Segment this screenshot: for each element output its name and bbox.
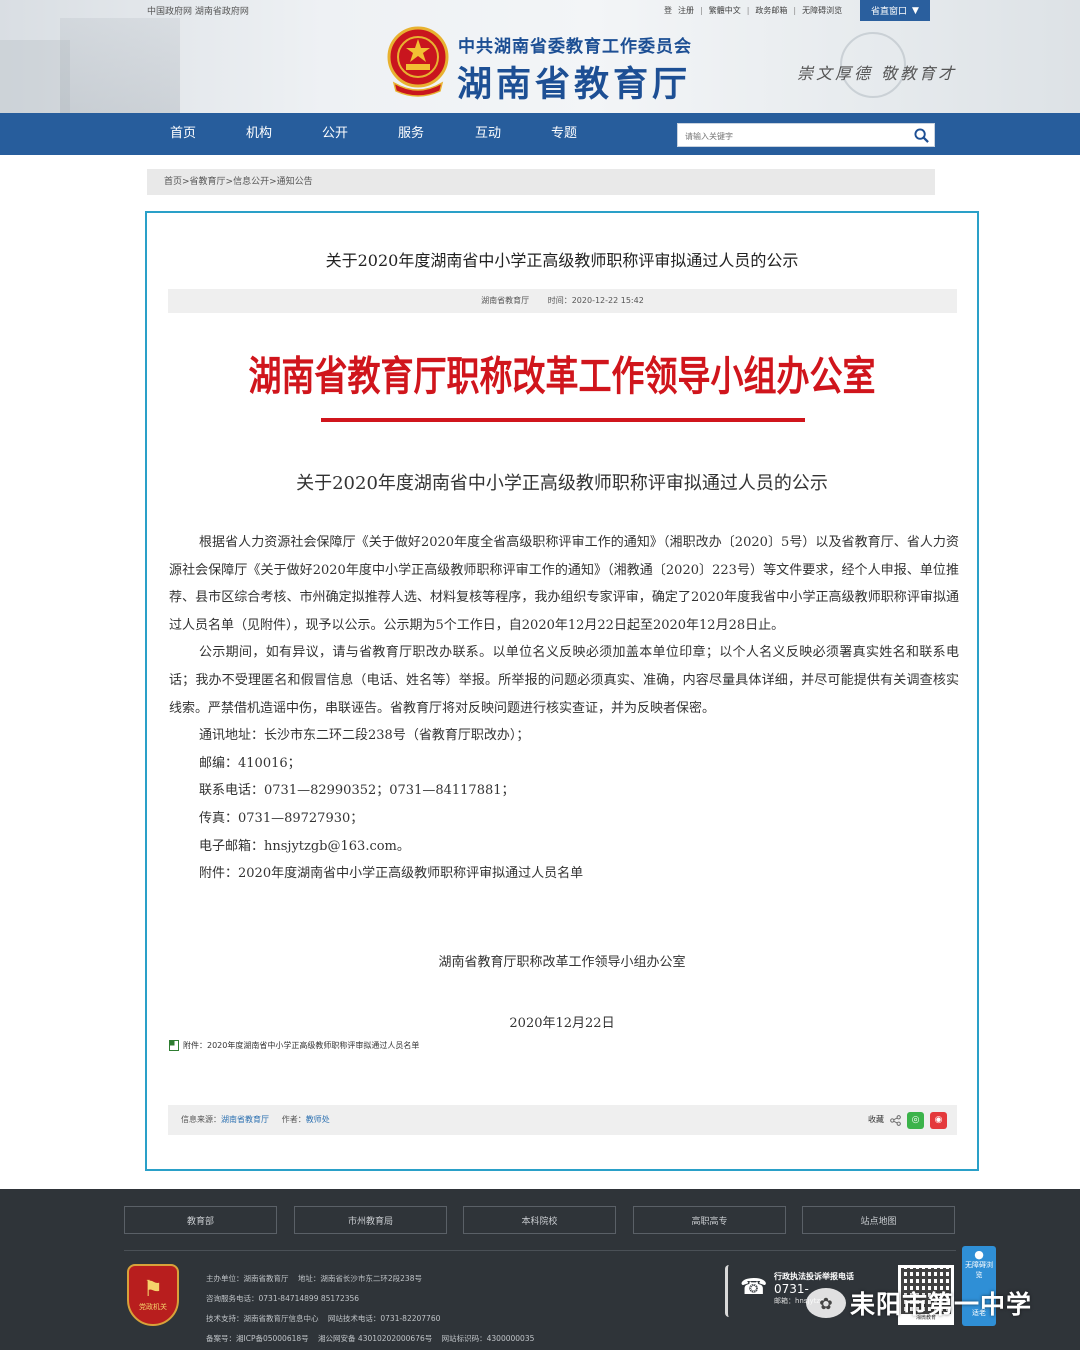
host-address: 地址：湖南省长沙市东二环2段238号 [297, 1274, 422, 1283]
accessibility-label: 无障碍浏览 [965, 1261, 993, 1279]
wechat-share-icon[interactable]: ◎ [907, 1111, 924, 1129]
nav-item-organization[interactable]: 机构 [246, 113, 272, 155]
site-code: 网站标识码：4300000035 [441, 1334, 535, 1343]
portal-label: 省直窗口 [871, 7, 908, 17]
host-unit: 主办单位：湖南省教育厅 [206, 1274, 289, 1283]
footer-link-moe[interactable]: 教育部 [124, 1206, 277, 1234]
share-tools: 收藏 ◎ ◉ [868, 1110, 947, 1130]
search-button[interactable] [908, 124, 934, 146]
footer-link-sitemap[interactable]: 站点地图 [802, 1206, 955, 1234]
footer-link-city-bureaus[interactable]: 市州教育局 [294, 1206, 447, 1234]
footer-link-vocational[interactable]: 高职高专 [633, 1206, 786, 1234]
time-label: 时间： [547, 296, 572, 305]
source-bar: 信息来源：湖南省教育厅 作者：教师处 收藏 ◎ ◉ [168, 1105, 957, 1135]
paragraph-1: 根据省人力资源社会保障厅《关于做好2020年度全省高级职称评审工作的通知》（湘职… [169, 535, 959, 633]
search-box [677, 123, 935, 148]
badge-emblem-icon: ⚑ [143, 1277, 163, 1302]
telephone-icon: ☎ [740, 1275, 768, 1300]
nav-item-disclosure[interactable]: 公开 [322, 113, 348, 155]
gov-mail-link[interactable]: 政务邮箱 [755, 5, 787, 16]
tech-support: 技术支持：湖南省教育厅信息中心 [206, 1314, 319, 1323]
red-divider [321, 418, 805, 422]
tech-phone: 网站技术电话：0731-82207760 [327, 1314, 441, 1323]
article-time: 时间：2020-12-22 15:42 [548, 296, 644, 305]
signer: 湖南省教育厅职称改革工作领导小组办公室 [438, 955, 686, 970]
icp-record[interactable]: 备案号：湘ICP备05000618号 [206, 1334, 309, 1343]
service-phone: 咨询服务电话：0731-84714899 85172356 [206, 1294, 360, 1303]
contact-postcode: 邮编：410016； [199, 755, 301, 771]
paragraph-2: 公示期间，如有异议，请与省教育厅职改办联系。以单位名义反映必须加盖本单位印章；以… [169, 645, 959, 716]
gov-agency-badge[interactable]: ⚑ 党政机关 [127, 1264, 179, 1326]
site-footer: 教育部 市州教育局 本科院校 高职高专 站点地图 ⚑ 党政机关 主办单位：湖南省… [0, 1189, 1080, 1350]
police-record[interactable]: 湘公网安备 43010202000676号 [318, 1334, 432, 1343]
red-letterhead: 湖南省教育厅职称改革工作领导小组办公室 [248, 352, 876, 400]
author-label: 作者： [281, 1115, 306, 1124]
author-link[interactable]: 教师处 [306, 1115, 330, 1124]
contact-email: 电子邮箱：hnsjytzgb@163.com。 [199, 838, 410, 854]
footer-info-row: 备案号：湘ICP备05000618号 湘公网安备 43010202000676号… [206, 1329, 541, 1349]
footer-info-row: 咨询服务电话：0731-84714899 85172356 [206, 1289, 541, 1309]
wechat-watermark: ✿ 耒阳市第一中学 [806, 1285, 1032, 1321]
register-link[interactable]: 注册 [678, 5, 694, 16]
portal-dropdown-button[interactable]: 省直窗口 ▼ [860, 0, 930, 21]
header-building-bg [60, 18, 180, 113]
footer-link-universities[interactable]: 本科院校 [463, 1206, 616, 1234]
traditional-chinese-link[interactable]: 繁體中文 [709, 5, 741, 16]
nav-item-interaction[interactable]: 互动 [475, 113, 501, 155]
speech-bubble-icon: ● [974, 1248, 984, 1261]
contact-address: 通讯地址：长沙市东二环二段238号（省教育厅职改办）； [199, 728, 530, 744]
attachment-note: 附件：2020年度湖南省中小学正高级教师职称评审拟通过人员名单 [199, 866, 584, 882]
breadcrumb[interactable]: 首页>省教育厅>信息公开>通知公告 [147, 169, 935, 195]
article-meta: 湖南省教育厅 时间：2020-12-22 15:42 [168, 289, 957, 313]
article-source: 湖南省教育厅 [481, 296, 530, 305]
document-title: 关于2020年度湖南省中小学正高级教师职称评审拟通过人员的公示 [296, 473, 828, 494]
wechat-logo-icon: ✿ [806, 1288, 846, 1318]
excel-file-icon [169, 1040, 179, 1051]
site-motto: 崇文厚德 敬教育才 [797, 64, 958, 83]
search-input[interactable] [678, 125, 903, 148]
signature-date: 2020年12月22日 [509, 1016, 615, 1031]
article-container: 关于2020年度湖南省中小学正高级教师职称评审拟通过人员的公示 湖南省教育厅 时… [145, 211, 979, 1171]
user-links: 登 注册 | 繁體中文 | 政务邮箱 | 无障碍浏览 [664, 5, 843, 16]
info-source-link[interactable]: 湖南省教育厅 [221, 1115, 269, 1124]
article-body: 根据省人力资源社会保障厅《关于做好2020年度全省高级职称评审工作的通知》（湘职… [169, 529, 959, 888]
footer-divider [124, 1250, 956, 1251]
hotline-title: 行政执法投诉举报电话 [774, 1272, 854, 1281]
login-link[interactable]: 登 [664, 5, 672, 16]
caret-down-icon: ▼ [912, 5, 919, 16]
accessibility-link[interactable]: 无障碍浏览 [802, 5, 842, 16]
footer-info-row: 技术支持：湖南省教育厅信息中心 网站技术电话：0731-82207760 [206, 1309, 541, 1329]
badge-text: 党政机关 [139, 1303, 167, 1311]
attachment-link[interactable]: 附件：2020年度湖南省中小学正高级教师职称评审拟通过人员名单 [169, 1040, 419, 1051]
attachment-link-text: 附件：2020年度湖南省中小学正高级教师职称评审拟通过人员名单 [183, 1041, 420, 1050]
weibo-share-icon[interactable]: ◉ [930, 1111, 947, 1129]
share-icon[interactable] [890, 1114, 901, 1126]
site-header: 中国政府网 湖南省政府网 登 注册 | 繁體中文 | 政务邮箱 | 无障碍浏览 … [0, 0, 1080, 113]
nav-item-service[interactable]: 服务 [398, 113, 424, 155]
contact-fax: 传真：0731—89727930； [199, 810, 364, 826]
info-source-label: 信息来源： [181, 1115, 221, 1124]
national-emblem-icon [387, 26, 449, 97]
nav-item-home[interactable]: 首页 [170, 113, 196, 155]
footer-info-row: 主办单位：湖南省教育厅 地址：湖南省长沙市东二环2段238号 [206, 1269, 541, 1289]
time-value: 2020-12-22 15:42 [571, 296, 644, 305]
watermark-text: 耒阳市第一中学 [850, 1290, 1033, 1319]
site-subtitle: 中共湖南省委教育工作委员会 [458, 37, 692, 57]
search-icon [913, 127, 929, 143]
site-title[interactable]: 湖南省教育厅 [457, 56, 691, 107]
footer-info: 主办单位：湖南省教育厅 地址：湖南省长沙市东二环2段238号 咨询服务电话：07… [206, 1269, 541, 1349]
gov-links[interactable]: 中国政府网 湖南省政府网 [147, 4, 249, 17]
collect-button[interactable]: 收藏 [868, 1105, 884, 1135]
article-title: 关于2020年度湖南省中小学正高级教师职称评审拟通过人员的公示 [325, 251, 799, 270]
nav-item-topics[interactable]: 专题 [551, 113, 577, 155]
contact-phone: 联系电话：0731—82990352；0731—84117881； [199, 783, 515, 799]
